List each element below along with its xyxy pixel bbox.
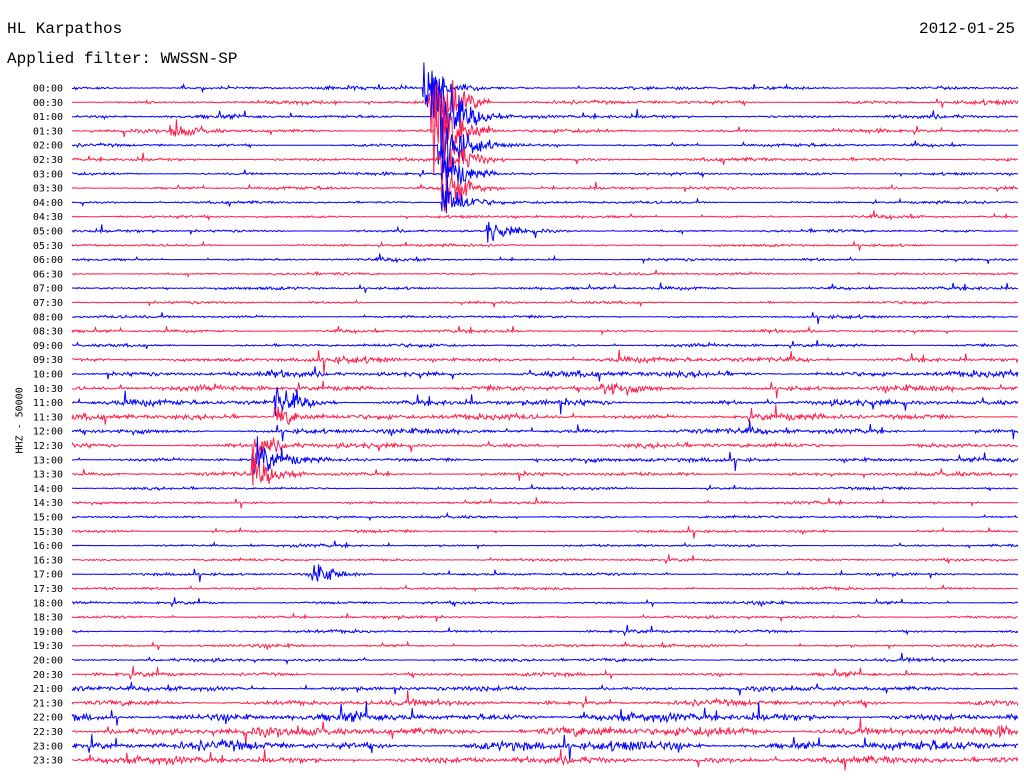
row-label-0: 00:00 [33,84,63,95]
row-label-18: 09:00 [33,341,63,352]
row-label-23: 11:30 [33,412,63,423]
trace-row-18 [71,340,1019,350]
trace-row-13 [71,269,1019,278]
row-label-36: 18:00 [33,598,63,609]
row-label-39: 19:30 [33,641,63,652]
trace-row-11 [71,240,1019,251]
trace-row-2 [72,70,1019,154]
row-label-7: 03:30 [33,184,63,195]
row-label-37: 18:30 [33,613,63,624]
trace-row-14 [71,282,1019,294]
trace-row-44 [71,701,1019,726]
row-label-28: 14:00 [33,484,63,495]
trace-row-15 [71,298,1019,308]
row-time-labels: 00:00 00:30 01:00 01:30 02:00 02:30 03:00 03:30… [33,84,63,767]
row-label-14: 07:00 [33,284,63,295]
row-label-32: 16:00 [33,541,63,552]
row-label-4: 02:00 [33,141,63,152]
row-label-30: 15:00 [33,513,63,524]
row-label-38: 19:00 [33,627,63,638]
row-label-13: 06:30 [33,269,63,280]
row-label-11: 05:30 [33,241,63,252]
trace-row-40 [71,652,1019,666]
trace-row-31 [71,526,1019,539]
row-label-8: 04:00 [33,198,63,209]
trace-row-41 [71,665,1019,680]
trace-row-35 [71,584,1019,593]
trace-row-24 [71,420,1019,442]
trace-row-26 [71,436,1019,475]
row-label-16: 08:00 [33,312,63,323]
trace-row-6 [71,149,1019,185]
trace-row-9 [72,210,1018,222]
trace-row-27 [71,452,1019,486]
trace-row-37 [71,611,1019,623]
row-label-6: 03:00 [33,169,63,180]
trace-row-33 [71,554,1019,565]
row-label-35: 17:30 [33,584,63,595]
row-label-46: 23:00 [33,741,63,752]
trace-row-3 [71,86,1019,155]
helicorder-plot: 00:00 00:30 01:00 01:30 02:00 02:30 03:00 03:30… [33,62,1019,771]
trace-row-39 [71,640,1019,651]
row-label-43: 21:30 [33,698,63,709]
row-label-41: 20:30 [33,670,63,681]
trace-row-8 [71,175,1019,214]
row-label-26: 13:00 [33,455,63,466]
row-label-31: 15:30 [33,527,63,538]
row-label-22: 11:00 [33,398,63,409]
row-label-44: 22:00 [33,713,63,724]
row-label-9: 04:30 [33,212,63,223]
row-label-47: 23:30 [33,756,63,767]
trace-row-32 [71,540,1019,551]
row-label-27: 13:30 [33,470,63,481]
trace-row-21 [72,380,1019,399]
trace-row-4 [71,117,1018,176]
row-label-12: 06:00 [33,255,63,266]
trace-row-43 [71,690,1019,709]
trace-row-12 [71,253,1018,265]
trace-row-47 [71,749,1019,771]
row-label-20: 10:00 [33,370,63,381]
row-label-42: 21:00 [33,684,63,695]
row-label-10: 05:00 [33,227,63,238]
row-label-34: 17:00 [33,570,63,581]
trace-row-20 [71,366,1019,382]
trace-row-5 [71,125,1019,198]
row-label-19: 09:30 [33,355,63,366]
row-label-17: 08:30 [33,327,63,338]
trace-row-28 [71,483,1019,492]
trace-row-22 [71,386,1019,417]
trace-row-0 [71,62,1019,108]
trace-row-38 [71,624,1019,637]
trace-row-30 [71,511,1019,522]
trace-row-7 [71,174,1019,212]
trace-row-25 [71,437,1019,460]
trace-row-36 [71,597,1019,608]
trace-row-29 [71,497,1018,509]
trace-row-46 [71,734,1019,762]
row-label-25: 12:30 [33,441,63,452]
trace-row-34 [71,564,1019,583]
trace-row-45 [71,717,1019,746]
seismic-traces [71,62,1019,771]
trace-row-42 [71,682,1019,696]
trace-row-17 [71,325,1019,336]
trace-row-23 [71,404,1018,426]
row-label-15: 07:30 [33,298,63,309]
row-label-1: 00:30 [33,98,63,109]
row-label-45: 22:30 [33,727,63,738]
row-label-29: 14:30 [33,498,63,509]
row-label-2: 01:00 [33,112,63,123]
trace-row-10 [71,221,1018,243]
row-label-40: 20:00 [33,656,63,667]
trace-row-19 [71,349,1019,375]
row-label-33: 16:30 [33,555,63,566]
row-label-3: 01:30 [33,126,63,137]
row-label-21: 10:30 [33,384,63,395]
row-label-5: 02:30 [33,155,63,166]
trace-row-16 [71,312,1018,325]
row-label-24: 12:00 [33,427,63,438]
